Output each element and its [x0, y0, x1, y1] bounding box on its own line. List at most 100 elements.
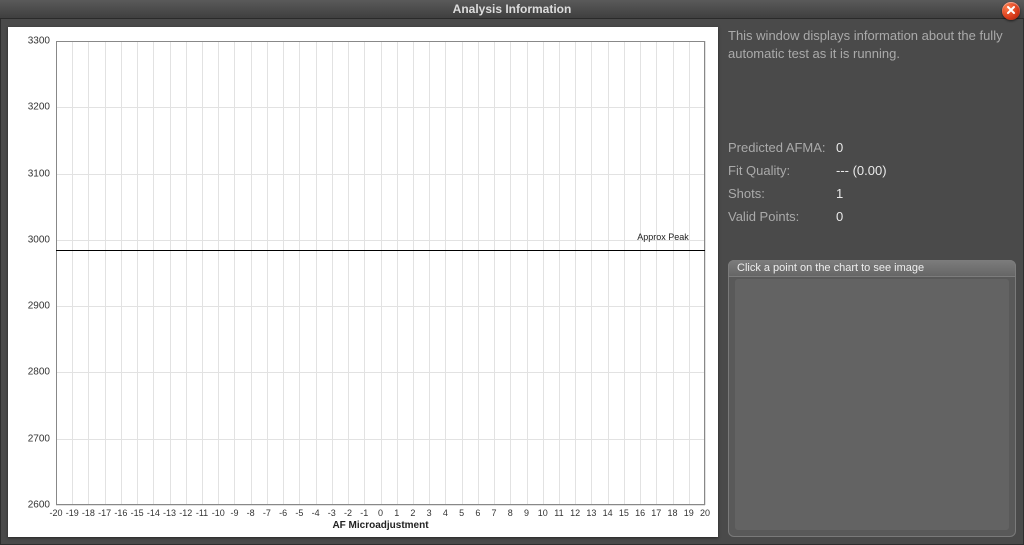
y-tick-label: 3200 [28, 102, 50, 113]
x-tick-label: -19 [66, 508, 79, 518]
stat-predicted-afma: Predicted AFMA: 0 [728, 140, 1016, 155]
stat-label: Predicted AFMA: [728, 140, 836, 155]
gridline-vertical [656, 41, 657, 505]
gridline-vertical [689, 41, 690, 505]
chart-panel[interactable]: Approx Peak -20 -19-18-17 -1 6 -15-14-13-12 -1… [8, 27, 718, 537]
gridline-vertical [494, 41, 495, 505]
analysis-window: Analysis Information Approx Peak-20-19-1… [0, 0, 1024, 545]
x-tick-label: 15 [619, 508, 629, 518]
x-tick-label: 17 [651, 508, 661, 518]
gridline-vertical [234, 41, 235, 505]
gridline-vertical [364, 41, 365, 505]
gridline-vertical [559, 41, 560, 505]
gridline-vertical [316, 41, 317, 505]
x-axis-title: AF Microadjustment [332, 520, 428, 531]
gridline-horizontal [56, 505, 705, 506]
gridline-vertical [397, 41, 398, 505]
gridline-vertical [462, 41, 463, 505]
gridline-horizontal [56, 174, 705, 175]
titlebar: Analysis Information [0, 0, 1024, 19]
x-tick-label: -3 [328, 508, 336, 518]
y-tick-label: 2700 [28, 433, 50, 444]
x-tick-label: 9 [524, 508, 529, 518]
y-tick-label: 3000 [28, 234, 50, 245]
x-tick-label: 8 [508, 508, 513, 518]
gridline-vertical [56, 41, 57, 505]
gridline-vertical [413, 41, 414, 505]
stat-fit-quality: Fit Quality: --- (0.00) [728, 163, 1016, 178]
preview-box: Click a point on the chart to see image [728, 260, 1016, 537]
x-tick-label: -1 [360, 508, 368, 518]
gridline-vertical [202, 41, 203, 505]
gridline-vertical [170, 41, 171, 505]
gridline-vertical [429, 41, 430, 505]
gridline-vertical [251, 41, 252, 505]
stat-shots: Shots: 1 [728, 186, 1016, 201]
gridline-horizontal [56, 41, 705, 42]
stat-value: 0 [836, 209, 843, 224]
x-tick-label: -6 [279, 508, 287, 518]
stat-valid-points: Valid Points: 0 [728, 209, 1016, 224]
close-icon [1006, 4, 1016, 18]
x-tick-label: 14 [603, 508, 613, 518]
x-tick-label: -12 [179, 508, 192, 518]
x-tick-label: -8 [247, 508, 255, 518]
x-tick-label: 4 [443, 508, 448, 518]
series-line [56, 250, 705, 251]
x-tick-label: 5 [459, 508, 464, 518]
annotation-label: Approx Peak [637, 232, 689, 242]
gridline-horizontal [56, 372, 705, 373]
x-tick-label: -10 [212, 508, 225, 518]
y-tick-label: 2800 [28, 367, 50, 378]
x-tick-label: -7 [263, 508, 271, 518]
x-tick-label: 3 [427, 508, 432, 518]
stat-label: Valid Points: [728, 209, 836, 224]
gridline-vertical [624, 41, 625, 505]
stat-value: 0 [836, 140, 843, 155]
gridline-vertical [543, 41, 544, 505]
x-tick-label: 12 [570, 508, 580, 518]
plot-area[interactable]: Approx Peak [56, 41, 705, 505]
x-tick-label: -4 [312, 508, 320, 518]
window-title: Analysis Information [453, 2, 572, 16]
x-tick-label: -18 [82, 508, 95, 518]
stat-label: Fit Quality: [728, 163, 836, 178]
content-area: Approx Peak -20 -19-18-17 -1 6 -15-14-13-12 -1… [0, 19, 1024, 545]
gridline-vertical [381, 41, 382, 505]
x-tick-label: 13 [586, 508, 596, 518]
x-tick-label: -5 [295, 508, 303, 518]
gridline-vertical [640, 41, 641, 505]
x-tick-label: 6 [475, 508, 480, 518]
x-tick-label: 7 [492, 508, 497, 518]
gridline-vertical [527, 41, 528, 505]
y-tick-label: 2900 [28, 301, 50, 312]
y-tick-label: 2600 [28, 500, 50, 511]
x-tick-label: -13 [163, 508, 176, 518]
gridline-vertical [673, 41, 674, 505]
x-tick-label: 0 [378, 508, 383, 518]
x-tick-label: -15 [131, 508, 144, 518]
gridline-vertical [105, 41, 106, 505]
gridline-vertical [445, 41, 446, 505]
x-tick-label: 2 [410, 508, 415, 518]
gridline-horizontal [56, 107, 705, 108]
gridline-vertical [137, 41, 138, 505]
stat-value: 1 [836, 186, 843, 201]
x-tick-label: -14 [147, 508, 160, 518]
y-tick-label: 3300 [28, 36, 50, 47]
x-tick-label: -20 [49, 508, 62, 518]
close-button[interactable] [1002, 2, 1020, 20]
gridline-vertical [153, 41, 154, 505]
side-panel: This window displays information about t… [728, 27, 1016, 537]
x-tick-label: 19 [684, 508, 694, 518]
gridline-vertical [121, 41, 122, 505]
x-tick-label: 11 [554, 508, 563, 518]
preview-hint: Click a point on the chart to see image [728, 260, 1016, 277]
x-tick-label: 18 [668, 508, 678, 518]
x-tick-label: 16 [635, 508, 645, 518]
gridline-vertical [72, 41, 73, 505]
x-tick-label: -17 [98, 508, 111, 518]
gridline-vertical [348, 41, 349, 505]
gridline-vertical [299, 41, 300, 505]
gridline-vertical [608, 41, 609, 505]
